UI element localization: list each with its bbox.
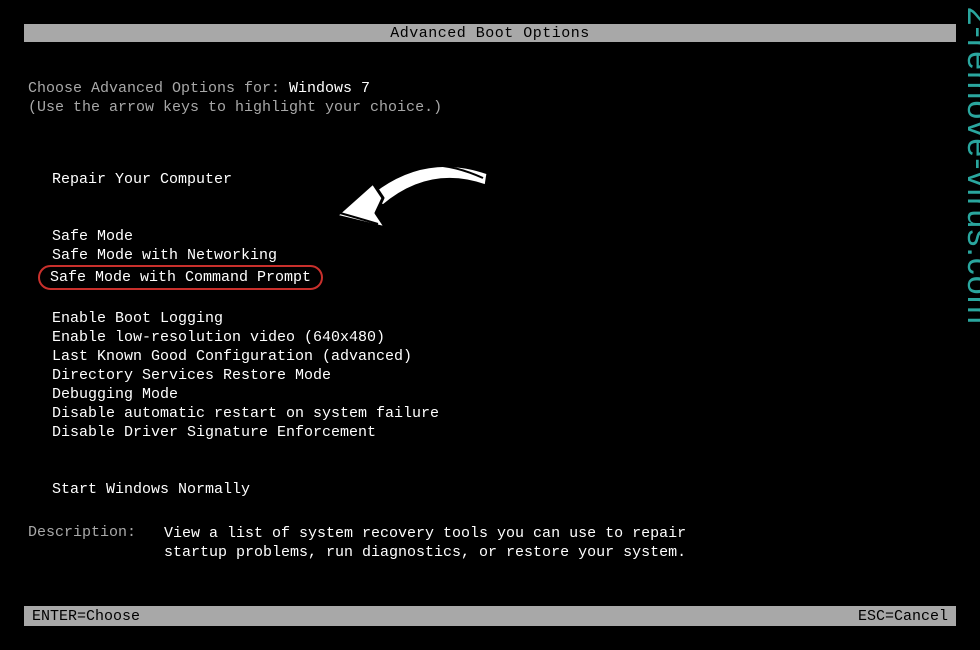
menu-item-bootlog[interactable]: Enable Boot Logging — [52, 309, 952, 328]
title-text: Advanced Boot Options — [390, 25, 590, 42]
menu-item-safemode[interactable]: Safe Mode — [52, 227, 952, 246]
choose-prefix: Choose Advanced Options for: — [28, 80, 289, 97]
menu-item-safemode-cmd-highlighted[interactable]: Safe Mode with Command Prompt — [38, 265, 323, 290]
hint-line: (Use the arrow keys to highlight your ch… — [28, 99, 952, 116]
footer-esc: ESC=Cancel — [858, 608, 948, 625]
content-area: Choose Advanced Options for: Windows 7 (… — [28, 80, 952, 499]
menu-item-lkgc[interactable]: Last Known Good Configuration (advanced) — [52, 347, 952, 366]
choose-line: Choose Advanced Options for: Windows 7 — [28, 80, 952, 97]
menu-item-lowres[interactable]: Enable low-resolution video (640x480) — [52, 328, 952, 347]
description-label: Description: — [28, 524, 164, 562]
menu-item-debug[interactable]: Debugging Mode — [52, 385, 952, 404]
description-block: Description: View a list of system recov… — [28, 524, 724, 562]
menu-item-nosig[interactable]: Disable Driver Signature Enforcement — [52, 423, 952, 442]
boot-menu[interactable]: Repair Your Computer Safe Mode Safe Mode… — [52, 170, 952, 499]
footer-bar: ENTER=Choose ESC=Cancel — [24, 606, 956, 626]
os-name: Windows 7 — [289, 80, 370, 97]
menu-item-dsrm[interactable]: Directory Services Restore Mode — [52, 366, 952, 385]
footer-enter: ENTER=Choose — [32, 608, 858, 625]
title-bar: Advanced Boot Options — [24, 24, 956, 42]
menu-item-normal[interactable]: Start Windows Normally — [52, 480, 952, 499]
menu-item-repair[interactable]: Repair Your Computer — [52, 170, 952, 189]
boot-screen: Advanced Boot Options Choose Advanced Op… — [0, 0, 980, 650]
description-text: View a list of system recovery tools you… — [164, 524, 724, 562]
menu-item-noautoreboot[interactable]: Disable automatic restart on system fail… — [52, 404, 952, 423]
watermark-text: 2-remove-virus.com — [959, 7, 980, 325]
menu-item-safemode-net[interactable]: Safe Mode with Networking — [52, 246, 952, 265]
